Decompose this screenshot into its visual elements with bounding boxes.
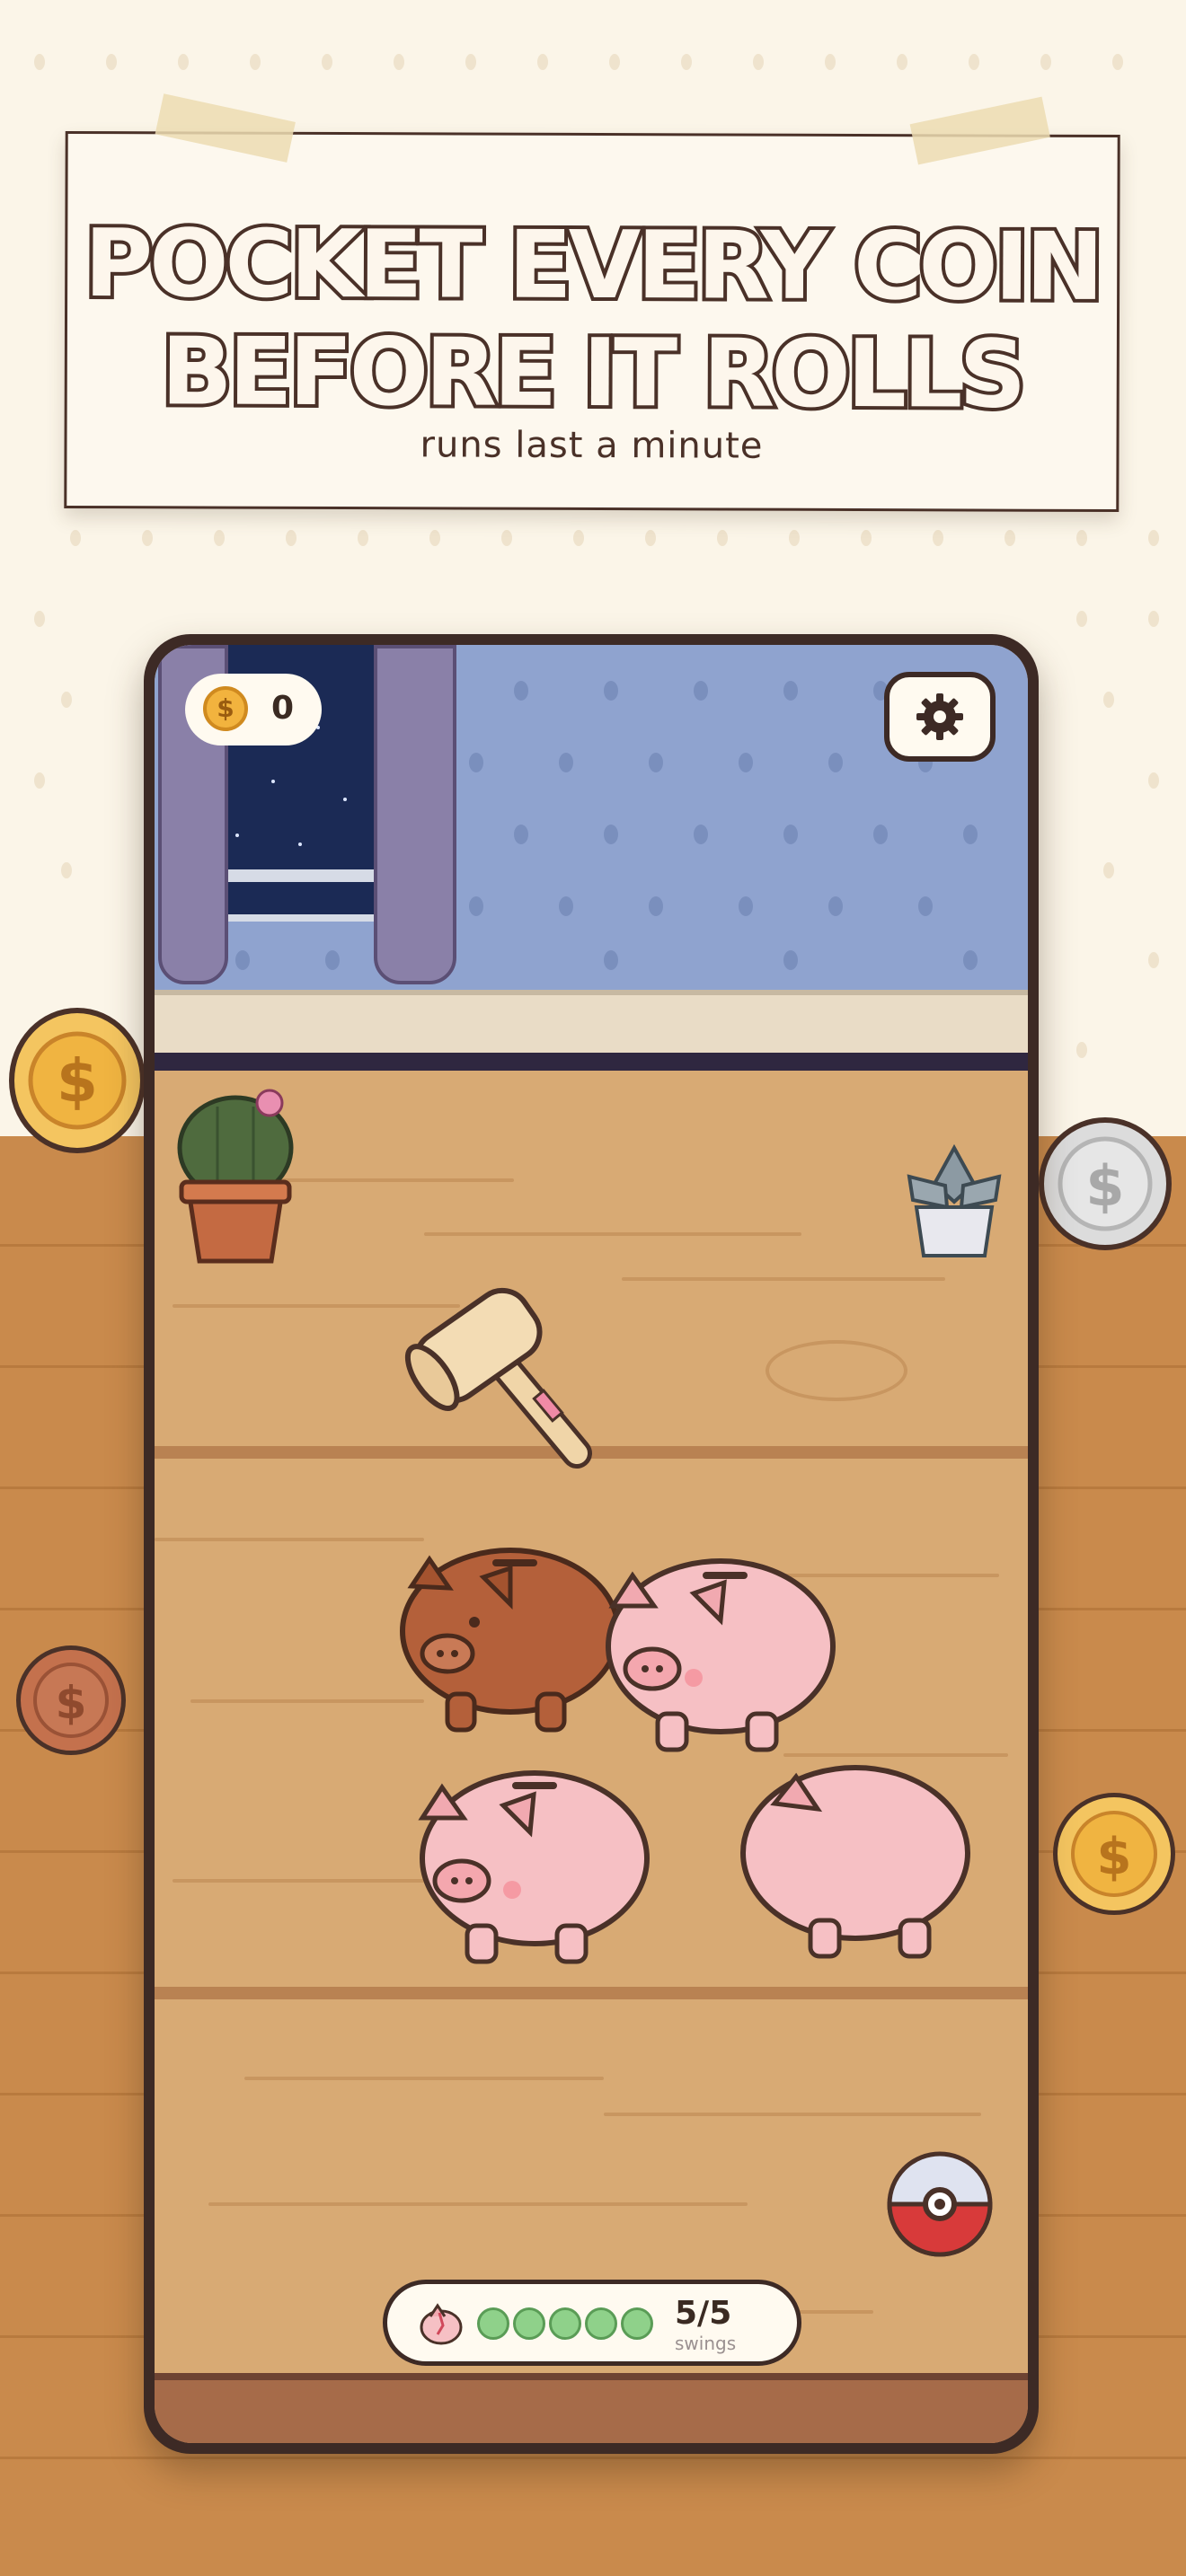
- cactus-pot: [177, 1089, 294, 1264]
- table-front-edge: [155, 2373, 1028, 2443]
- pink-piggy-bank[interactable]: [586, 1543, 846, 1759]
- silver-coin-decoration: $: [1039, 1117, 1172, 1250]
- coin-icon: $: [203, 686, 248, 731]
- red-white-ball[interactable]: [884, 2148, 996, 2260]
- gold-coin-decoration-right: $: [1053, 1793, 1175, 1915]
- dollar-glyph: $: [1085, 1153, 1124, 1219]
- wooden-mallet[interactable]: [397, 1274, 631, 1507]
- headline-line-2: BEFORE IT ROLLS: [157, 313, 1026, 432]
- swings-indicator: 5/5 swings: [383, 2280, 801, 2366]
- pink-piggy-bank[interactable]: [395, 1755, 665, 1980]
- dollar-glyph: $: [57, 1046, 98, 1116]
- phone-frame: $ 0 5/5 swings: [144, 634, 1039, 2454]
- swing-pip: [549, 2307, 581, 2340]
- swings-label: swings: [675, 2333, 737, 2354]
- dollar-glyph: $: [56, 1677, 87, 1729]
- swing-pip: [477, 2307, 509, 2340]
- pink-piggy-bank[interactable]: [721, 1750, 981, 1974]
- swings-count: 5/5: [675, 2295, 732, 2332]
- settings-button[interactable]: [884, 672, 996, 762]
- curtain-right: [374, 645, 456, 984]
- wall-baseboard: [155, 1053, 1028, 1071]
- game-screen[interactable]: $ 0 5/5 swings: [155, 645, 1028, 2443]
- promo-banner: POCKET EVERY COIN BEFORE IT ROLLS runs l…: [64, 93, 1120, 513]
- coin-count: 0: [271, 690, 295, 727]
- dollar-glyph: $: [1097, 1828, 1132, 1886]
- swing-pip: [585, 2307, 617, 2340]
- swing-pip: [621, 2307, 653, 2340]
- gear-icon: [916, 693, 963, 740]
- headline-subtitle: runs last a minute: [420, 424, 764, 467]
- coin-counter: $ 0: [185, 674, 322, 745]
- gold-coin-decoration: $: [9, 1008, 146, 1153]
- succulent-pot: [907, 1143, 1002, 1257]
- wall-molding: [155, 990, 1028, 1058]
- broken-piggy-icon: [420, 2303, 463, 2345]
- headline-line-1: POCKET EVERY COIN: [81, 205, 1104, 325]
- bronze-coin-decoration: $: [16, 1645, 126, 1755]
- swing-pip: [513, 2307, 545, 2340]
